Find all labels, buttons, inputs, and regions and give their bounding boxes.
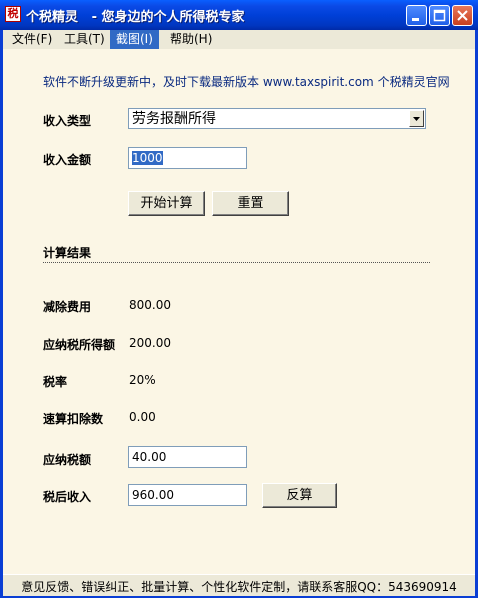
minimize-button[interactable] — [406, 5, 427, 26]
close-button[interactable] — [452, 5, 473, 26]
results-divider — [43, 262, 430, 263]
menu-tools[interactable]: 工具(T) — [58, 30, 111, 49]
deduction-value: 800.00 — [129, 298, 171, 312]
income-type-label: 收入类型 — [43, 114, 92, 128]
quick-deduction-label: 速算扣除数 — [43, 412, 104, 426]
menu-screenshot[interactable]: 截图(I) — [110, 30, 159, 49]
app-icon: 税 — [5, 6, 21, 22]
menu-file[interactable]: 文件(F) — [6, 30, 58, 49]
app-window: 税 个税精灵 - 您身边的个人所得税专家 文件(F) 工具(T) 截图(I) 帮… — [0, 0, 478, 598]
results-heading: 计算结果 — [43, 246, 92, 260]
status-bar: 意见反馈、错误纠正、批量计算、个性化软件定制，请联系客服QQ：543690914 — [3, 574, 475, 596]
window-title: 个税精灵 - 您身边的个人所得税专家 — [26, 10, 245, 25]
close-icon — [457, 10, 468, 21]
after-tax-label: 税后收入 — [43, 490, 92, 504]
income-type-select[interactable]: 劳务报酬所得 — [128, 108, 426, 129]
deduction-label: 减除费用 — [43, 300, 92, 314]
reverse-calc-button[interactable]: 反算 — [262, 483, 337, 508]
chevron-down-icon — [413, 117, 420, 121]
calculate-button[interactable]: 开始计算 — [128, 191, 205, 216]
main-panel: 软件不断升级更新中，及时下载最新版本 www.taxspirit.com 个税精… — [3, 49, 475, 574]
minimize-icon — [412, 18, 419, 21]
dropdown-arrow[interactable] — [409, 110, 424, 127]
title-bar[interactable]: 税 个税精灵 - 您身边的个人所得税专家 — [0, 0, 478, 30]
quick-deduction-value: 0.00 — [129, 410, 156, 424]
taxable-income-value: 200.00 — [129, 336, 171, 350]
tax-payable-label: 应纳税额 — [43, 453, 92, 467]
income-amount-value: 1000 — [132, 151, 163, 165]
tax-payable-field[interactable]: 40.00 — [128, 446, 247, 468]
status-text: 意见反馈、错误纠正、批量计算、个性化软件定制，请联系客服QQ：543690914 — [21, 580, 457, 594]
income-type-value: 劳务报酬所得 — [132, 111, 216, 127]
tax-rate-value: 20% — [129, 373, 156, 387]
reset-button[interactable]: 重置 — [212, 191, 289, 216]
menu-bar: 文件(F) 工具(T) 截图(I) 帮助(H) — [3, 30, 475, 49]
income-amount-label: 收入金额 — [43, 153, 92, 167]
taxable-income-label: 应纳税所得额 — [43, 338, 116, 352]
menu-help[interactable]: 帮助(H) — [164, 30, 218, 49]
tax-rate-label: 税率 — [43, 375, 68, 389]
maximize-button[interactable] — [429, 5, 450, 26]
update-banner: 软件不断升级更新中，及时下载最新版本 www.taxspirit.com 个税精… — [43, 75, 450, 89]
after-tax-field[interactable]: 960.00 — [128, 484, 247, 506]
maximize-icon — [433, 9, 446, 22]
income-amount-input[interactable]: 1000 — [128, 147, 247, 169]
